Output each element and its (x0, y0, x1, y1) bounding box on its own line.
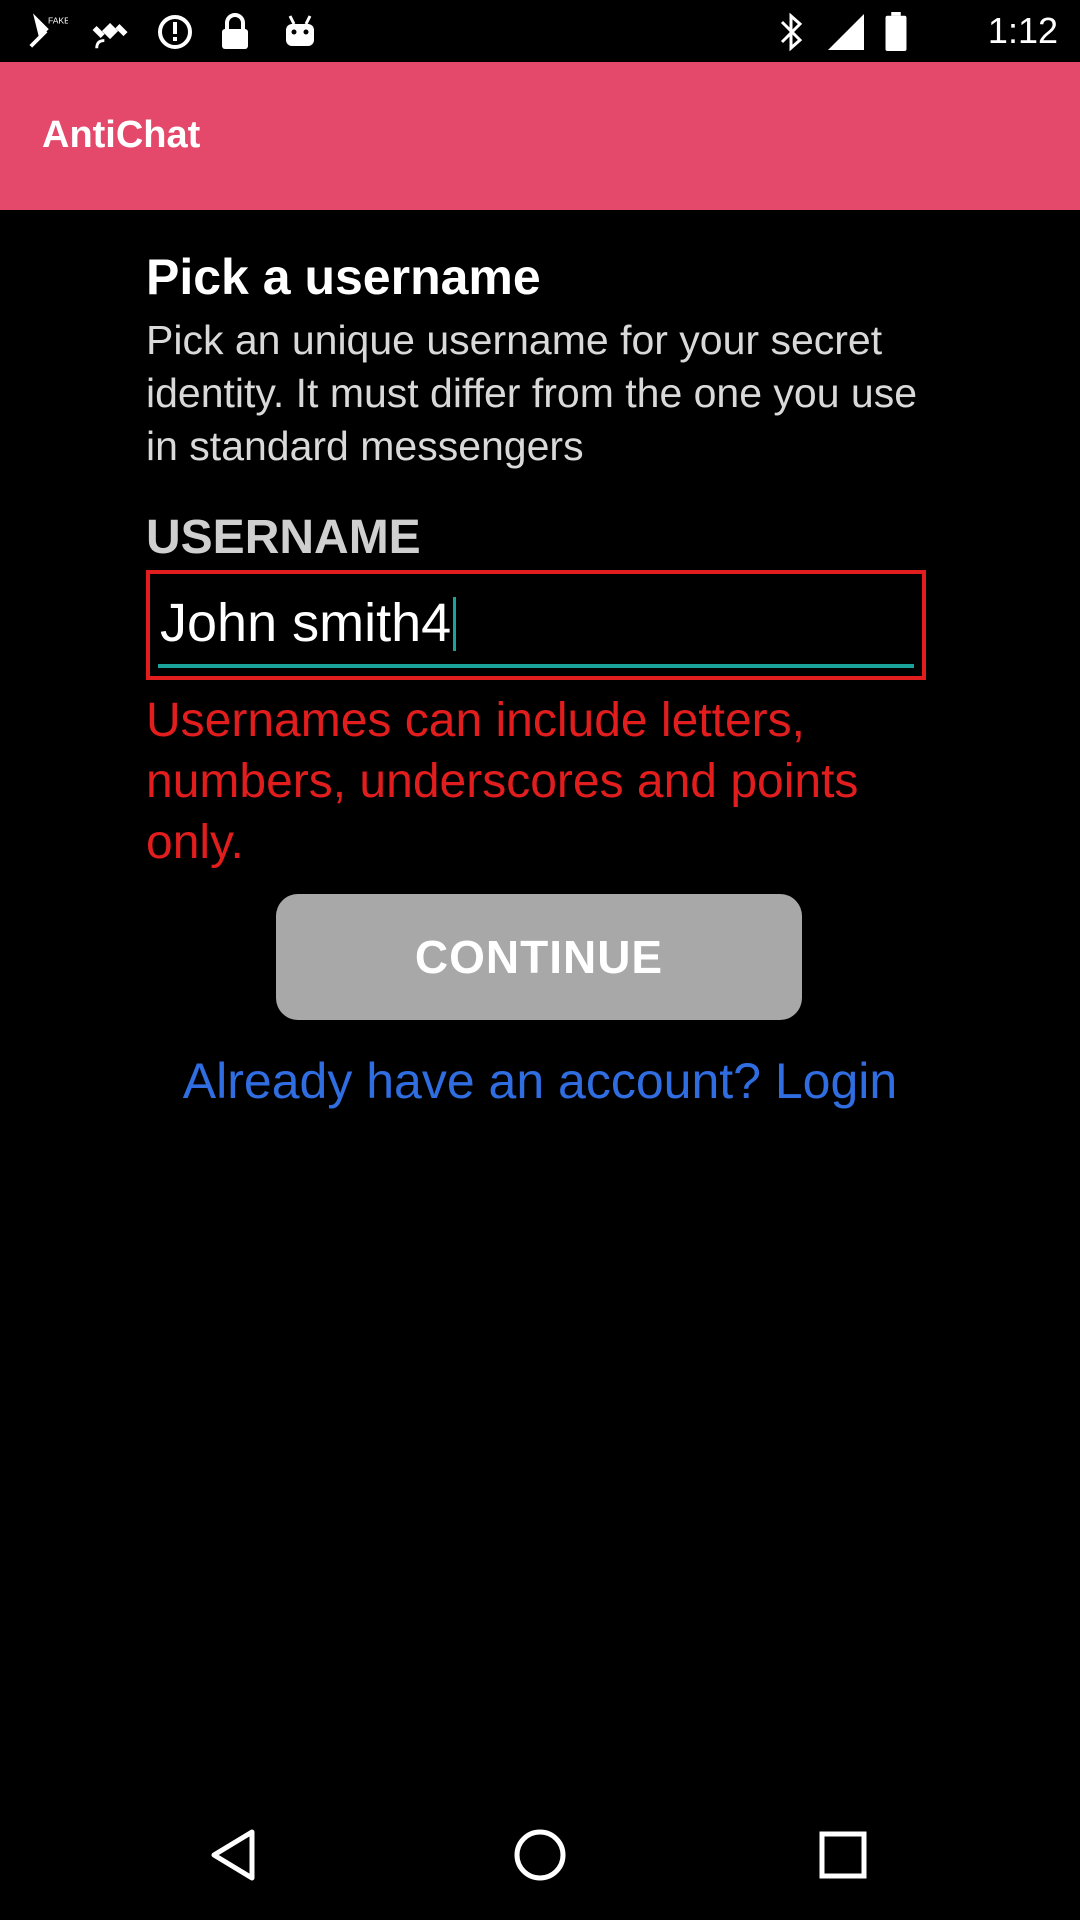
screen: FAKE 1:12 AntiChat Pick a username Pick … (0, 0, 1080, 1920)
data-saver-icon (158, 15, 192, 49)
back-icon[interactable] (200, 1820, 270, 1890)
home-icon[interactable] (505, 1820, 575, 1890)
bluetooth-icon (780, 12, 803, 52)
satellite-icon (92, 22, 128, 49)
username-field[interactable]: John smith4 (146, 570, 926, 680)
continue-button[interactable]: CONTINUE (276, 894, 802, 1020)
username-label: USERNAME (146, 511, 421, 564)
lock-icon (222, 13, 248, 49)
username-value: John smith4 (160, 593, 452, 653)
username-input[interactable]: John smith4 (160, 592, 457, 654)
login-link[interactable]: Already have an account? Login (0, 1052, 1080, 1110)
error-message: Usernames can include letters, numbers, … (146, 694, 859, 869)
app-bar: AntiChat (0, 62, 1080, 210)
android-icon (286, 15, 314, 46)
input-underline (158, 664, 914, 668)
navigation-bar (0, 1790, 1080, 1920)
battery-icon (885, 12, 907, 52)
page-title: Pick a username (146, 249, 541, 305)
text-cursor (453, 597, 457, 651)
status-bar: FAKE 1:12 (0, 0, 1080, 62)
recents-icon[interactable] (808, 1820, 878, 1890)
status-time: 1:12 (987, 10, 1058, 51)
svg-text:FAKE: FAKE (48, 15, 68, 25)
page-subtitle: Pick an unique username for your secret … (146, 317, 918, 469)
app-title: AntiChat (42, 114, 201, 156)
signal-icon (828, 14, 864, 50)
fake-gps-icon: FAKE (29, 13, 68, 48)
